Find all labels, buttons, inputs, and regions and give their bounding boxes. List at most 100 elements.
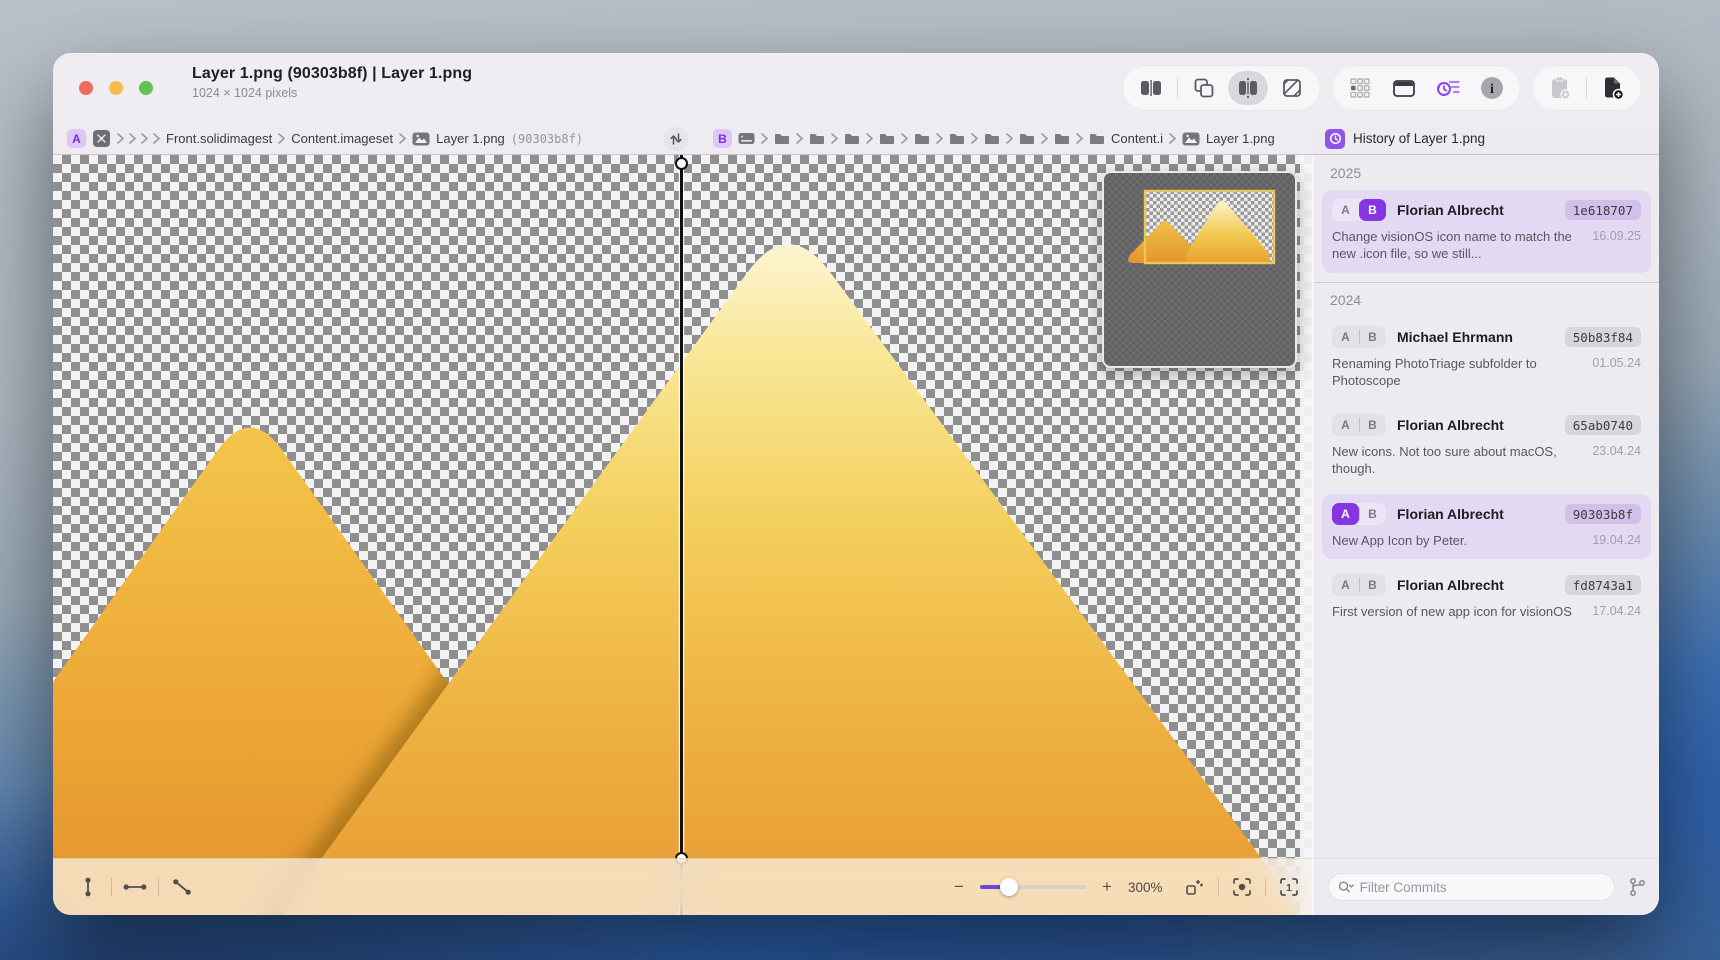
ab-toggle[interactable]: A B xyxy=(1332,326,1386,348)
split-view-button[interactable] xyxy=(1228,71,1268,105)
canvas-scrollbar[interactable] xyxy=(1300,155,1312,915)
breadcrumb-file[interactable]: Layer 1.png xyxy=(1206,131,1275,146)
commit-author: Michael Ehrmann xyxy=(1397,329,1513,345)
commit-author: Florian Albrecht xyxy=(1397,577,1504,593)
image-dimensions: 1024 × 1024 pixels xyxy=(192,86,472,100)
difference-view-button[interactable] xyxy=(1272,71,1312,105)
side-b-toggle[interactable]: B xyxy=(1359,326,1386,348)
commit-date: 23.04.24 xyxy=(1583,443,1641,478)
chevron-right-icon xyxy=(153,133,160,144)
commit-author: Florian Albrecht xyxy=(1397,417,1504,433)
commit-hash: 50b83f84 xyxy=(1565,327,1641,347)
navigator-thumbnail[interactable] xyxy=(1102,171,1297,368)
breadcrumb-hash: (90303b8f) xyxy=(511,132,583,146)
zoom-to-fit-button[interactable] xyxy=(1229,874,1255,900)
collapsed-chevrons[interactable] xyxy=(117,133,160,144)
history-icon xyxy=(1436,78,1460,98)
chevron-right-icon xyxy=(1076,133,1083,144)
breadcrumb-file[interactable]: Layer 1.png xyxy=(436,131,505,146)
two-up-view-button[interactable] xyxy=(1131,71,1171,105)
copy-to-clipboard-button[interactable] xyxy=(1540,71,1580,105)
zoom-controls: − + 300% xyxy=(948,859,1302,915)
split-vertical-icon xyxy=(84,877,92,897)
chevron-right-icon xyxy=(117,133,124,144)
commit-date: 17.04.24 xyxy=(1583,603,1641,620)
ab-toggle[interactable]: A B xyxy=(1332,199,1386,221)
image-canvas[interactable]: − + 300% xyxy=(53,155,1312,915)
commit-list: 2025 A B Florian Albrecht 1e618707 Chang… xyxy=(1314,155,1659,858)
branch-button[interactable] xyxy=(1625,875,1649,899)
history-header-label: History of Layer 1.png xyxy=(1353,131,1485,146)
zoom-slider[interactable] xyxy=(980,878,1086,896)
side-b-toggle[interactable]: B xyxy=(1359,414,1386,436)
drive-icon xyxy=(738,132,755,145)
split-handle-top[interactable] xyxy=(675,157,688,170)
folder-icon xyxy=(1054,132,1070,145)
ab-toggle[interactable]: A B xyxy=(1332,414,1386,436)
chevron-right-icon xyxy=(1041,133,1048,144)
chevron-right-icon xyxy=(761,133,768,144)
swap-sides-button[interactable] xyxy=(664,127,688,151)
zoom-in-button[interactable]: + xyxy=(1096,877,1118,897)
commit-row[interactable]: A B Florian Albrecht 65ab0740 New icons.… xyxy=(1322,405,1651,488)
side-a-toggle[interactable]: A xyxy=(1332,503,1359,525)
ab-toggle[interactable]: A B xyxy=(1332,503,1386,525)
show-toolbar-button[interactable] xyxy=(1384,71,1424,105)
side-a-toggle[interactable]: A xyxy=(1332,199,1359,221)
swap-icon xyxy=(670,132,682,146)
commit-row[interactable]: A B Michael Ehrmann 50b83f84 Renaming Ph… xyxy=(1322,317,1651,400)
breadcrumb-folder[interactable]: Content.i xyxy=(1111,131,1163,146)
side-b-toggle[interactable]: B xyxy=(1359,199,1386,221)
commit-row[interactable]: A B Florian Albrecht 1e618707 Change vis… xyxy=(1322,190,1651,273)
two-up-icon xyxy=(1140,79,1162,97)
breadcrumb-b: B xyxy=(713,123,1275,154)
side-a-toggle[interactable]: A xyxy=(1332,326,1359,348)
side-b-toggle[interactable]: B xyxy=(1359,574,1386,596)
zoom-button[interactable] xyxy=(139,81,153,95)
scale-to-fill-button[interactable] xyxy=(1182,874,1208,900)
side-a-badge: A xyxy=(67,129,86,148)
side-b-toggle[interactable]: B xyxy=(1359,503,1386,525)
info-button[interactable]: i xyxy=(1472,71,1512,105)
commit-row[interactable]: A B Florian Albrecht fd8743a1 First vers… xyxy=(1322,565,1651,630)
difference-icon xyxy=(1282,78,1302,98)
breadcrumb-folder[interactable]: Content.imageset xyxy=(291,131,393,146)
split-divider[interactable] xyxy=(678,155,684,915)
changes-grid-button[interactable] xyxy=(1340,71,1380,105)
ab-toggle[interactable]: A B xyxy=(1332,574,1386,596)
minimize-button[interactable] xyxy=(109,81,123,95)
chevron-right-icon xyxy=(866,133,873,144)
commit-message: First version of new app icon for vision… xyxy=(1332,603,1583,620)
history-panel-button[interactable] xyxy=(1428,71,1468,105)
zoom-slider-knob[interactable] xyxy=(1000,878,1018,896)
zoom-level: 300% xyxy=(1128,880,1172,895)
side-a-toggle[interactable]: A xyxy=(1332,574,1359,596)
commit-date: 19.04.24 xyxy=(1583,532,1641,549)
desktop-wallpaper: Layer 1.png (90303b8f) | Layer 1.png 102… xyxy=(0,0,1720,960)
filter-commits-input[interactable] xyxy=(1360,880,1605,895)
chevron-right-icon xyxy=(129,133,136,144)
history-sidebar: 2025 A B Florian Albrecht 1e618707 Chang… xyxy=(1312,155,1659,915)
search-filter-icon xyxy=(1338,880,1354,894)
folder-icon xyxy=(1019,132,1035,145)
zoom-out-button[interactable]: − xyxy=(948,877,970,897)
commit-author: Florian Albrecht xyxy=(1397,202,1504,218)
actual-size-button[interactable]: 1 xyxy=(1276,874,1302,900)
image-file-icon xyxy=(1182,132,1200,146)
commit-row[interactable]: A B Florian Albrecht 90303b8f New App Ic… xyxy=(1322,494,1651,559)
app-window: Layer 1.png (90303b8f) | Layer 1.png 102… xyxy=(53,53,1659,915)
side-a-toggle[interactable]: A xyxy=(1332,414,1359,436)
split-vertical-tool[interactable] xyxy=(75,874,101,900)
path-bar: A Front.solidimagest Content.imageset xyxy=(53,123,1659,155)
close-button[interactable] xyxy=(79,81,93,95)
breadcrumb-folder[interactable]: Front.solidimagest xyxy=(166,131,272,146)
split-horizontal-tool[interactable] xyxy=(122,874,148,900)
center-focus-icon xyxy=(1232,877,1252,897)
folder-chain[interactable] xyxy=(761,132,1070,145)
commit-message: New icons. Not too sure about macOS, tho… xyxy=(1332,443,1583,478)
asset-catalog-icon xyxy=(92,129,111,148)
filter-field[interactable] xyxy=(1328,873,1615,901)
overlay-view-button[interactable] xyxy=(1184,71,1224,105)
new-document-button[interactable] xyxy=(1593,71,1633,105)
split-diagonal-tool[interactable] xyxy=(169,874,195,900)
